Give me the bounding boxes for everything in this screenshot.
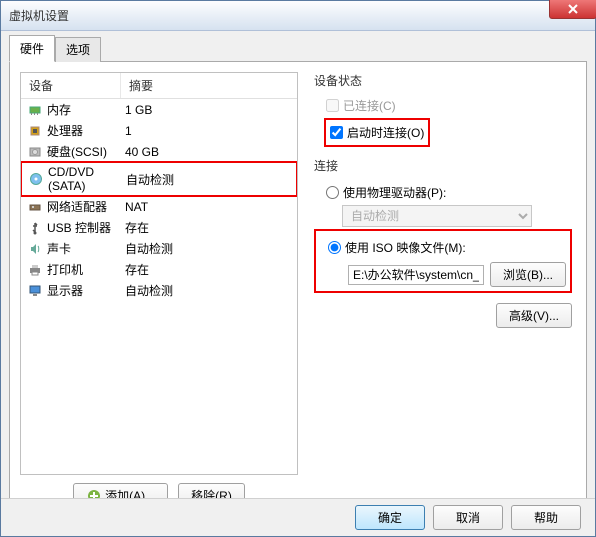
cpu-icon [27,123,43,139]
hardware-panel: 设备 摘要 内存 1 GB 处理器 1 硬盘(SCSI) 40 GB CD/DVD (SAT… [9,61,587,519]
dialog-footer: 确定 取消 帮助 [1,498,595,536]
device-name: CD/DVD (SATA) [48,165,126,193]
device-list-header: 设备 摘要 [21,73,297,99]
content-area: 硬件 选项 设备 摘要 内存 1 GB 处理器 1 硬盘(SCSI) 40 GB CD/DV… [1,31,595,498]
advanced-button[interactable]: 高级(V)... [496,303,572,328]
close-button[interactable] [549,0,596,19]
device-status-section: 设备状态 已连接(C) 启动时连接(O) [314,72,572,157]
device-summary: 自动检测 [125,282,291,299]
device-row[interactable]: USB 控制器存在 [21,217,297,238]
device-summary: 40 GB [125,145,291,159]
cancel-button[interactable]: 取消 [433,505,503,530]
network-icon [27,199,43,215]
device-name-cell: 显示器 [27,282,125,299]
physical-label: 使用物理驱动器(P): [343,184,446,201]
left-column: 设备 摘要 内存 1 GB 处理器 1 硬盘(SCSI) 40 GB CD/DVD (SAT… [20,72,298,508]
connected-checkbox [326,99,339,112]
device-row[interactable]: 显示器 自动检测 [21,280,297,301]
printer-icon [27,262,43,278]
device-name: 硬盘(SCSI) [47,143,107,160]
physical-drive-combo: 自动检测 [342,205,532,227]
device-list[interactable]: 设备 摘要 内存 1 GB 处理器 1 硬盘(SCSI) 40 GB CD/DVD (SAT… [20,72,298,475]
window-title: 虚拟机设置 [9,7,69,24]
device-name-cell: 硬盘(SCSI) [27,143,125,160]
display-icon [27,283,43,299]
device-summary: 1 [125,124,291,138]
device-name: 网络适配器 [47,198,107,215]
device-name: USB 控制器 [47,219,111,236]
help-button[interactable]: 帮助 [511,505,581,530]
cd-icon [28,171,44,187]
usb-icon [27,220,43,236]
tab-bar: 硬件 选项 [9,35,587,62]
device-name-cell: 处理器 [27,122,125,139]
device-name: 显示器 [47,282,83,299]
header-device: 设备 [21,73,121,98]
iso-label: 使用 ISO 映像文件(M): [345,239,466,256]
device-row[interactable]: 声卡 自动检测 [21,238,297,259]
device-summary: 自动检测 [125,240,291,257]
vm-settings-window: 虚拟机设置 硬件 选项 设备 摘要 内存 1 GB 处理器 1 硬盘(SCSI) 40 G… [0,0,596,537]
connect-on-power-highlight: 启动时连接(O) [324,118,430,147]
connection-section: 连接 使用物理驱动器(P): 自动检测 使用 ISO 映像文件(M): [314,157,572,293]
device-row[interactable]: 打印机 存在 [21,259,297,280]
physical-combo-wrap: 自动检测 [342,205,572,227]
physical-radio[interactable] [326,186,339,199]
advanced-row: 高级(V)... [314,303,572,328]
device-name: 内存 [47,101,71,118]
iso-highlight: 使用 ISO 映像文件(M): 浏览(B)... [314,229,572,293]
connect-on-power-label: 启动时连接(O) [347,124,424,141]
connected-row: 已连接(C) [326,95,572,116]
connect-on-power-row[interactable]: 启动时连接(O) [330,122,424,143]
tab-hardware[interactable]: 硬件 [9,35,55,62]
device-name-cell: 网络适配器 [27,198,125,215]
ok-button[interactable]: 确定 [355,505,425,530]
device-name: 打印机 [47,261,83,278]
device-row[interactable]: 处理器 1 [21,120,297,141]
browse-button[interactable]: 浏览(B)... [490,262,566,287]
connection-label: 连接 [314,157,572,174]
device-name-cell: 打印机 [27,261,125,278]
titlebar[interactable]: 虚拟机设置 [1,1,595,31]
device-name: 处理器 [47,122,83,139]
device-name-cell: 内存 [27,101,125,118]
tab-options[interactable]: 选项 [55,37,101,62]
status-label: 设备状态 [314,72,572,89]
sound-icon [27,241,43,257]
device-name-cell: 声卡 [27,240,125,257]
connected-label: 已连接(C) [343,97,396,114]
device-summary: 1 GB [125,103,291,117]
iso-radio[interactable] [328,241,341,254]
close-icon [567,3,579,15]
device-name-cell: USB 控制器 [27,219,125,236]
connect-on-power-checkbox[interactable] [330,126,343,139]
device-row[interactable]: 网络适配器 NAT [21,196,297,217]
device-rows: 内存1 GB处理器1硬盘(SCSI)40 GBCD/DVD (SATA)自动检测… [21,99,297,301]
iso-input-row: 浏览(B)... [348,262,566,287]
disk-icon [27,144,43,160]
device-summary: 自动检测 [126,171,290,188]
device-row[interactable]: 硬盘(SCSI) 40 GB [21,141,297,162]
device-row[interactable]: 内存 1 GB [21,99,297,120]
device-row[interactable]: CD/DVD (SATA)自动检测 [20,161,298,197]
device-summary: NAT [125,200,291,214]
right-column: 设备状态 已连接(C) 启动时连接(O) 连接 [310,72,576,508]
header-summary: 摘要 [121,73,297,98]
iso-path-input[interactable] [348,265,484,285]
memory-icon [27,102,43,118]
device-summary: 存在 [125,219,291,236]
iso-row[interactable]: 使用 ISO 映像文件(M): [320,235,566,260]
physical-drive-row[interactable]: 使用物理驱动器(P): [314,180,572,205]
device-name: 声卡 [47,240,71,257]
device-summary: 存在 [125,261,291,278]
device-name-cell: CD/DVD (SATA) [28,165,126,193]
